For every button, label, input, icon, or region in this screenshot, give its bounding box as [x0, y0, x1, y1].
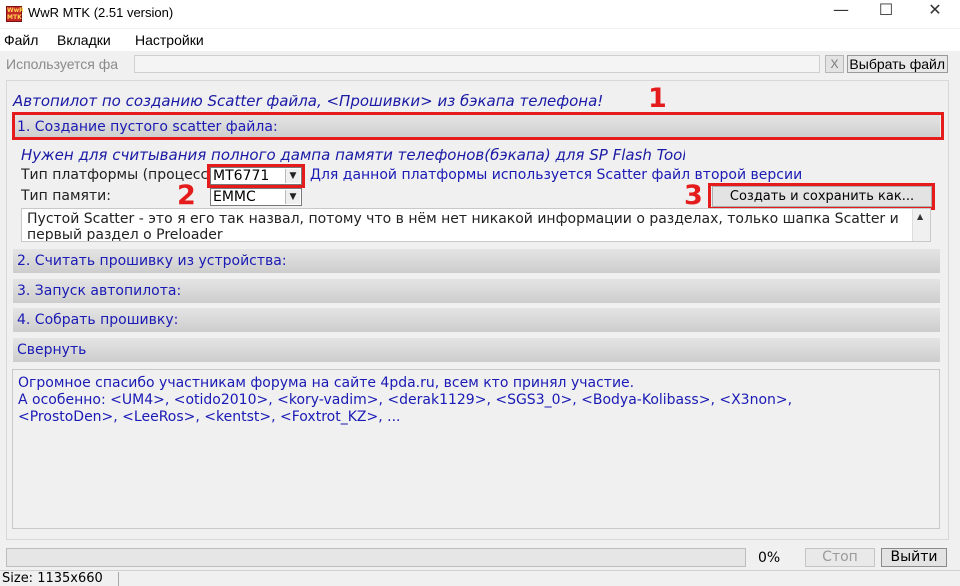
- highlight-section-1: [12, 112, 944, 140]
- annotation-1: 1: [648, 83, 667, 114]
- info-textbox[interactable]: Пустой Scatter - это я его так назвал, п…: [21, 208, 931, 242]
- minimize-icon[interactable]: —: [818, 0, 864, 28]
- stop-button[interactable]: Стоп: [805, 548, 875, 567]
- annotation-2: 2: [177, 180, 196, 211]
- highlight-create-button: [708, 183, 935, 210]
- credits-line-3: <ProstoDen>, <LeeRos>, <kentst>, <Foxtro…: [18, 409, 401, 425]
- section1-description: Нужен для считывания полного дампа памят…: [21, 146, 685, 164]
- annotation-3: 3: [684, 180, 703, 211]
- size-label: Size: 1135x660: [2, 571, 103, 586]
- progress-bar: [6, 548, 746, 567]
- autopilot-title: Автопилот по созданию Scatter файла, <Пр…: [13, 92, 604, 110]
- credits-box: Огромное спасибо участникам форума на са…: [12, 369, 940, 529]
- file-label: Используется фа: [6, 56, 119, 72]
- section-build-firmware[interactable]: 4. Собрать прошивку:: [13, 308, 940, 332]
- window-title: WwR MTK (2.51 version): [28, 5, 174, 20]
- menu-tabs[interactable]: Вкладки: [57, 32, 111, 48]
- credits-text: Огромное спасибо участникам форума на са…: [18, 375, 928, 426]
- section-collapse[interactable]: Свернуть: [13, 338, 940, 362]
- maximize-icon[interactable]: ☐: [863, 0, 909, 28]
- progress-percent: 0%: [758, 550, 781, 566]
- browse-file-button[interactable]: Выбрать файл: [847, 55, 948, 73]
- memory-label: Тип памяти:: [21, 188, 111, 204]
- highlight-platform: [207, 164, 305, 188]
- section-run-autopilot[interactable]: 3. Запуск автопилота:: [13, 279, 940, 303]
- file-path-input[interactable]: [134, 55, 820, 73]
- credits-line-2: А особенно: <UM4>, <otido2010>, <kory-va…: [18, 392, 793, 408]
- memory-select-value: EMMC: [213, 189, 256, 205]
- info-text: Пустой Scatter - это я его так назвал, п…: [27, 211, 899, 242]
- chevron-down-icon: ▼: [285, 190, 300, 204]
- credits-line-1: Огромное спасибо участникам форума на са…: [18, 375, 635, 391]
- menu-file[interactable]: Файл: [4, 32, 38, 48]
- clear-button[interactable]: X: [825, 55, 844, 73]
- status-bar: [0, 570, 960, 586]
- platform-info: Для данной платформы используется Scatte…: [310, 167, 803, 183]
- menu-settings[interactable]: Настройки: [135, 32, 204, 48]
- exit-button[interactable]: Выйти: [881, 548, 947, 567]
- scroll-up-icon[interactable]: ▲: [917, 212, 923, 221]
- close-icon[interactable]: ✕: [912, 0, 958, 28]
- status-divider: [118, 572, 119, 586]
- memory-select[interactable]: EMMC ▼: [210, 188, 302, 206]
- section-read-firmware[interactable]: 2. Считать прошивку из устройства:: [13, 249, 940, 273]
- app-icon: WwR MTK: [6, 6, 24, 22]
- info-scrollbar[interactable]: ▲: [912, 209, 930, 241]
